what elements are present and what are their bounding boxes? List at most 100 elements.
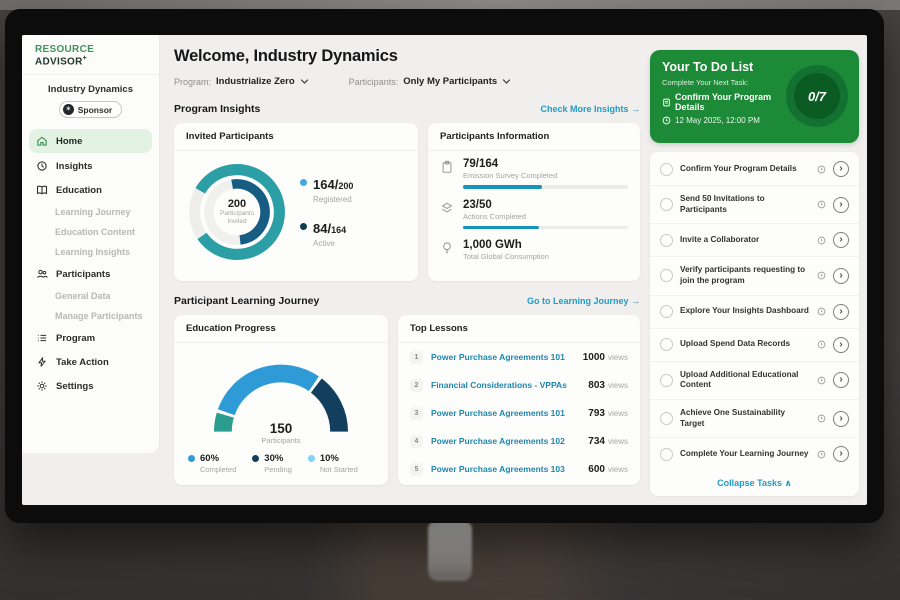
sidebar-item-insights[interactable]: Insights — [22, 154, 159, 178]
legend-pending: 30% Pending — [252, 453, 292, 474]
link-text: Check More Insights — [540, 104, 628, 114]
sidebar-item-label: Take Action — [56, 357, 109, 368]
task-row[interactable]: Explore Your Insights Dashboard › — [650, 296, 859, 329]
task-row[interactable]: Upload Additional Educational Content › — [650, 362, 859, 400]
main-content: Welcome, Industry Dynamics Program: Indu… — [174, 35, 640, 485]
collapse-tasks-link[interactable]: Collapse Tasks ∧ — [650, 470, 859, 496]
task-open-button[interactable]: › — [833, 411, 849, 427]
task-checkbox[interactable] — [660, 269, 673, 282]
registered-label: Registered — [313, 195, 353, 204]
go-to-learning-journey-link[interactable]: Go to Learning Journey → — [527, 296, 640, 306]
arrow-right-icon: → — [631, 296, 640, 306]
check-more-insights-link[interactable]: Check More Insights → — [540, 104, 640, 114]
education-progress-card: Education Progress 150 Participants 60% … — [174, 315, 388, 485]
task-open-button[interactable]: › — [833, 446, 849, 462]
sidebar-nav: Home Insights Education Learning Journey… — [22, 129, 159, 398]
task-open-button[interactable]: › — [833, 197, 849, 213]
card-title: Invited Participants — [174, 123, 418, 151]
task-checkbox[interactable] — [660, 338, 673, 351]
emission-survey-label: Emission Survey Completed — [463, 171, 628, 180]
task-open-button[interactable]: › — [833, 372, 849, 388]
sidebar-item-settings[interactable]: Settings — [22, 374, 159, 398]
logo-advisor: ADVISOR — [35, 56, 83, 67]
collapse-label: Collapse Tasks — [717, 478, 782, 488]
task-checkbox[interactable] — [660, 163, 673, 176]
task-row[interactable]: Invite a Collaborator › — [650, 224, 859, 257]
gauge-center-label: 150 Participants — [192, 421, 370, 445]
task-row[interactable]: Complete Your Learning Journey › — [650, 438, 859, 470]
clock-icon — [817, 340, 826, 349]
gear-icon — [36, 380, 48, 392]
task-row[interactable]: Confirm Your Program Details › — [650, 153, 859, 186]
active-value: 84/ — [313, 221, 331, 236]
todo-progress-value: 0/7 — [794, 73, 840, 119]
views-suffix: views — [608, 437, 628, 446]
pending-value: 30% — [264, 453, 292, 464]
emission-survey-value: 79/164 — [463, 158, 628, 170]
task-label: Explore Your Insights Dashboard — [680, 306, 810, 317]
sidebar-item-education-content[interactable]: Education Content — [22, 222, 159, 242]
views-count: 803 — [588, 380, 605, 391]
sidebar-item-home[interactable]: Home — [29, 129, 152, 153]
invited-caption: Participants Invited — [213, 210, 261, 227]
lesson-link[interactable]: Financial Considerations - VPPAs — [431, 380, 588, 390]
views-suffix: views — [608, 353, 628, 362]
program-label: Program: — [174, 77, 211, 87]
participants-select[interactable]: Participants: Only My Participants — [349, 76, 512, 87]
legend-completed: 60% Completed — [188, 453, 236, 474]
task-row[interactable]: Send 50 Invitations to Participants › — [650, 186, 859, 224]
donut-center-label: 200 Participants Invited — [184, 159, 290, 265]
task-open-button[interactable]: › — [833, 268, 849, 284]
emission-survey-progressbar — [463, 185, 628, 189]
clock-icon — [817, 307, 826, 316]
insights-cards-row: Invited Participants 200 Participants In… — [174, 123, 640, 281]
top-lessons-card: Top Lessons 1 Power Purchase Agreements … — [398, 315, 640, 485]
donut-legend: 164/200 Registered 84/164 Active — [300, 176, 353, 248]
sidebar-item-take-action[interactable]: Take Action — [22, 350, 159, 374]
chevron-up-icon: ∧ — [785, 478, 792, 488]
task-checkbox[interactable] — [660, 412, 673, 425]
monitor-bezel: RESOURCE ADVISOR+ Industry Dynamics ✶ Sp… — [5, 9, 884, 523]
actions-completed-progressbar — [463, 226, 628, 230]
program-select[interactable]: Program: Industrialize Zero — [174, 76, 309, 87]
org-name: Industry Dynamics — [22, 84, 159, 95]
active-total: 164 — [331, 225, 346, 235]
not-started-label: Not Started — [320, 465, 358, 474]
lesson-link[interactable]: Power Purchase Agreements 101 — [431, 352, 583, 362]
task-open-button[interactable]: › — [833, 161, 849, 177]
sidebar-item-program[interactable]: Program — [22, 326, 159, 350]
sidebar-item-learning-insights[interactable]: Learning Insights — [22, 242, 159, 262]
task-open-button[interactable]: › — [833, 232, 849, 248]
logo-plus: + — [83, 55, 87, 62]
sidebar-item-label: Insights — [56, 161, 92, 172]
task-label: Upload Spend Data Records — [680, 339, 810, 350]
task-checkbox[interactable] — [660, 234, 673, 247]
task-checkbox[interactable] — [660, 305, 673, 318]
task-checkbox[interactable] — [660, 374, 673, 387]
sidebar-item-learning-journey[interactable]: Learning Journey — [22, 202, 159, 222]
lesson-link[interactable]: Power Purchase Agreements 101 — [431, 408, 588, 418]
sidebar-item-education[interactable]: Education — [22, 178, 159, 202]
gauge-legend: 60% Completed 30% Pending 10% Not Starte… — [174, 445, 388, 474]
sidebar-item-manage-participants[interactable]: Manage Participants — [22, 306, 159, 326]
task-open-button[interactable]: › — [833, 304, 849, 320]
lesson-row: 1 Power Purchase Agreements 101 1000view… — [398, 343, 640, 371]
sidebar-item-label: Participants — [56, 269, 110, 280]
sidebar-item-general-data[interactable]: General Data — [22, 286, 159, 306]
task-checkbox[interactable] — [660, 448, 673, 461]
active-dot-icon — [300, 223, 307, 230]
task-label: Invite a Collaborator — [680, 235, 810, 246]
actions-completed-value: 23/50 — [463, 199, 628, 211]
filter-bar: Program: Industrialize Zero Participants… — [174, 76, 640, 87]
completed-value: 60% — [200, 453, 236, 464]
task-row[interactable]: Upload Spend Data Records › — [650, 329, 859, 362]
task-row[interactable]: Verify participants requesting to join t… — [650, 257, 859, 295]
task-open-button[interactable]: › — [833, 337, 849, 353]
task-checkbox[interactable] — [660, 198, 673, 211]
lesson-link[interactable]: Power Purchase Agreements 102 — [431, 436, 588, 446]
lesson-link[interactable]: Power Purchase Agreements 103 — [431, 464, 588, 474]
program-insights-header: Program Insights Check More Insights → — [174, 103, 640, 115]
legend-active: 84/164 Active — [300, 220, 353, 248]
sidebar-item-participants[interactable]: Participants — [22, 262, 159, 286]
task-row[interactable]: Achieve One Sustainability Target › — [650, 400, 859, 438]
